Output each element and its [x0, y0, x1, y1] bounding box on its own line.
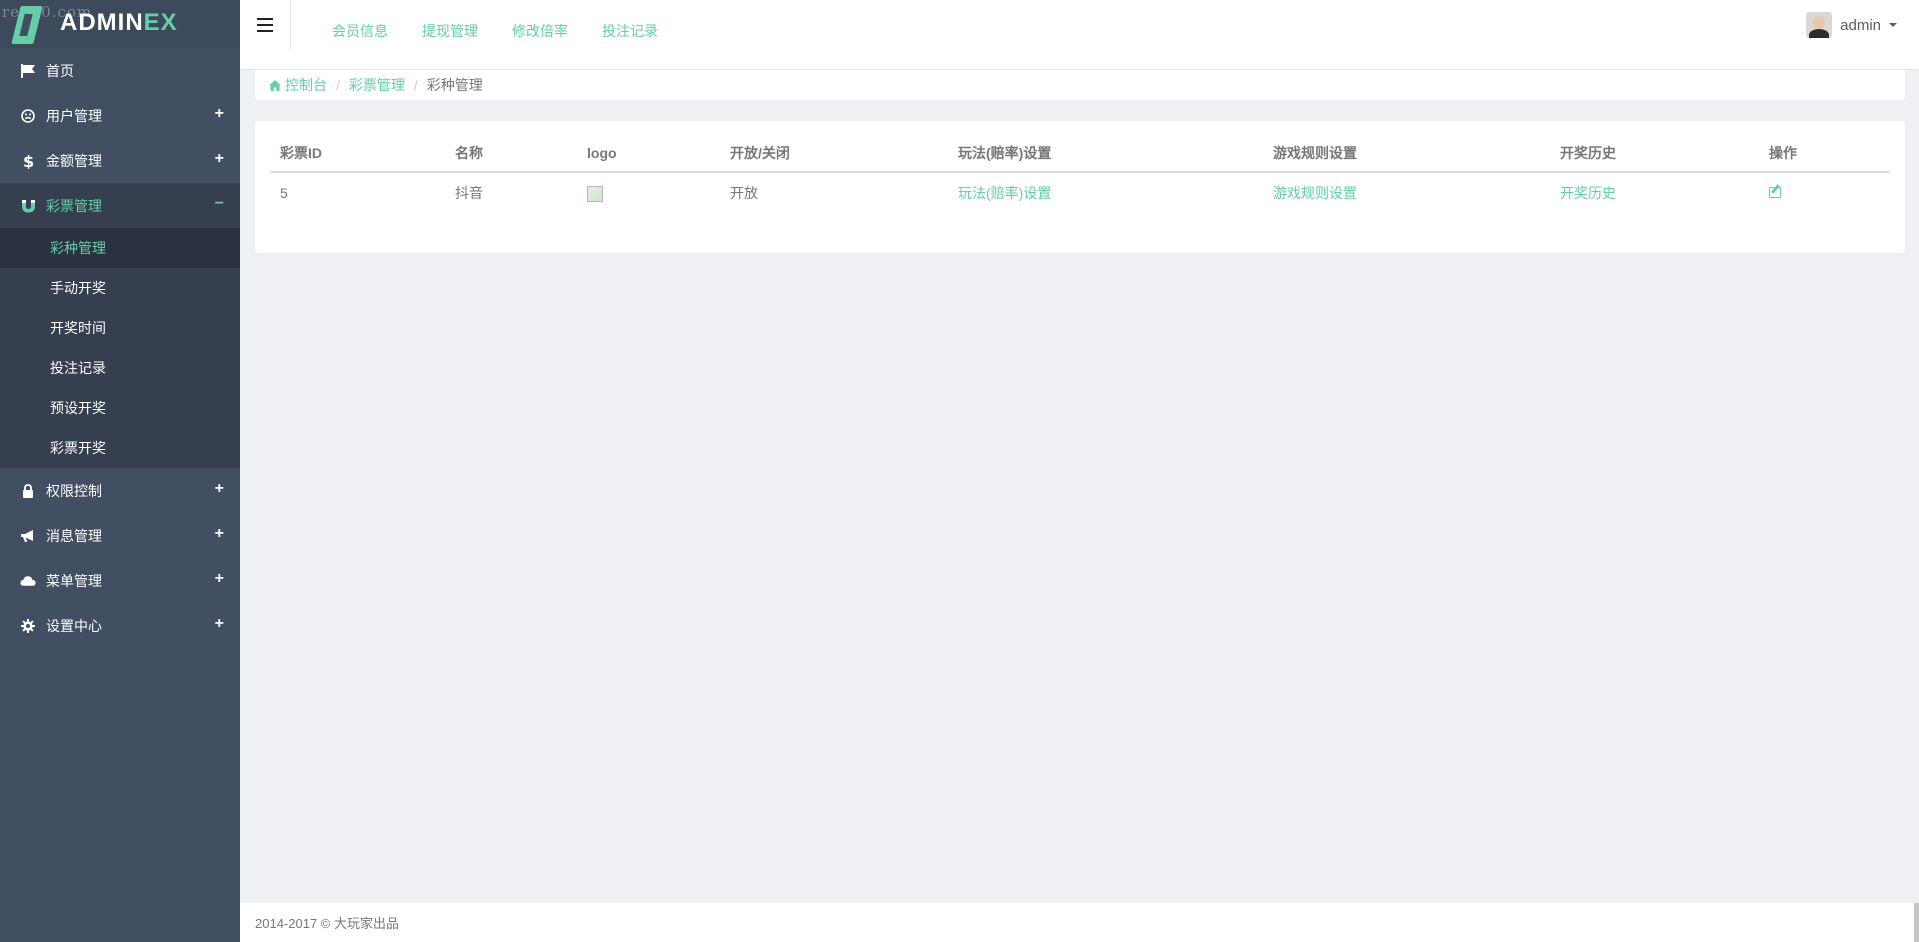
expand-icon: + — [214, 480, 224, 497]
cell-logo — [577, 172, 720, 213]
breadcrumb-parent[interactable]: 彩票管理 — [349, 75, 405, 95]
home-icon — [269, 80, 281, 91]
breadcrumb-home-label: 控制台 — [285, 77, 327, 93]
column-header: 彩票ID — [270, 135, 445, 173]
column-header: logo — [577, 135, 720, 173]
top-header: 会员信息 提现管理 修改倍率 投注记录 admin — [240, 0, 1919, 70]
sidebar-item-home[interactable]: 首页 — [0, 48, 240, 93]
logo-text-main: ADMIN — [60, 9, 144, 36]
sidebar-item-messages[interactable]: 消息管理 + — [0, 513, 240, 558]
column-header: 玩法(赔率)设置 — [948, 135, 1263, 173]
smile-icon — [20, 108, 36, 124]
sidebar-item-label: 首页 — [46, 62, 74, 79]
logo[interactable]: re520.com ADMINEX — [0, 0, 240, 48]
column-header: 开奖历史 — [1550, 135, 1759, 173]
lock-icon — [20, 483, 36, 499]
cell-play-settings: 玩法(赔率)设置 — [948, 172, 1263, 213]
column-header: 游戏规则设置 — [1263, 135, 1550, 173]
sidebar-item-lottery[interactable]: 彩票管理 − — [0, 183, 240, 228]
cloud-icon — [20, 573, 36, 589]
collapse-icon: − — [214, 195, 224, 212]
top-link-bet-records[interactable]: 投注记录 — [602, 21, 658, 41]
menu-toggle-button[interactable] — [240, 0, 291, 50]
bullhorn-icon — [20, 528, 36, 544]
username: admin — [1840, 16, 1881, 34]
submenu-item-bet-records[interactable]: 投注记录 — [0, 348, 240, 388]
sidebar-item-label: 金额管理 — [46, 152, 102, 169]
sidebar-item-label: 彩票管理 — [46, 197, 102, 214]
lottery-table: 彩票ID 名称 logo 开放/关闭 玩法(赔率)设置 游戏规则设置 开奖历史 … — [270, 135, 1890, 213]
expand-icon: + — [214, 525, 224, 542]
edit-icon[interactable] — [1769, 187, 1781, 198]
submenu-item-manual-draw[interactable]: 手动开奖 — [0, 268, 240, 308]
cell-draw-history: 开奖历史 — [1550, 172, 1759, 213]
breadcrumb-separator: / — [336, 77, 340, 93]
sidebar-item-label: 消息管理 — [46, 527, 102, 544]
submenu-item-lottery-types[interactable]: 彩种管理 — [0, 228, 240, 268]
sidebar: re520.com ADMINEX 首页 用户管理 + $ 金额管理 + 彩票管… — [0, 0, 240, 942]
lottery-submenu: 彩种管理 手动开奖 开奖时间 投注记录 预设开奖 彩票开奖 — [0, 228, 240, 468]
sidebar-item-label: 菜单管理 — [46, 572, 102, 589]
expand-icon: + — [214, 570, 224, 587]
breadcrumb-home[interactable]: 控制台 — [269, 75, 327, 95]
breadcrumb-current: 彩种管理 — [426, 77, 483, 93]
top-link-withdrawals[interactable]: 提现管理 — [422, 21, 478, 41]
sidebar-item-permissions[interactable]: 权限控制 + — [0, 468, 240, 513]
sidebar-item-menus[interactable]: 菜单管理 + — [0, 558, 240, 603]
logo-text: ADMINEX — [60, 9, 178, 37]
hamburger-icon — [257, 24, 273, 26]
breadcrumb: 控制台 / 彩票管理 / 彩种管理 — [255, 70, 1905, 100]
cell-id: 5 — [280, 185, 288, 201]
table-header-row: 彩票ID 名称 logo 开放/关闭 玩法(赔率)设置 游戏规则设置 开奖历史 … — [270, 135, 1890, 173]
cell-rules-settings: 游戏规则设置 — [1263, 172, 1550, 213]
sidebar-item-label: 设置中心 — [46, 617, 102, 634]
expand-icon: + — [214, 150, 224, 167]
cell-status: 开放 — [730, 185, 758, 201]
submenu-item-preset-draw[interactable]: 预设开奖 — [0, 388, 240, 428]
column-header: 名称 — [445, 135, 577, 173]
sidebar-item-money[interactable]: $ 金额管理 + — [0, 138, 240, 183]
footer-text: 2014-2017 © 大玩家出品 — [255, 916, 399, 931]
cell-actions — [1759, 172, 1890, 213]
broken-image-icon — [587, 185, 603, 202]
submenu-item-draw-time[interactable]: 开奖时间 — [0, 308, 240, 348]
gear-icon — [20, 618, 36, 634]
logo-text-accent: EX — [143, 9, 178, 36]
submenu-item-lottery-draw[interactable]: 彩票开奖 — [0, 428, 240, 468]
column-header: 操作 — [1759, 135, 1890, 173]
rules-settings-link[interactable]: 游戏规则设置 — [1273, 185, 1357, 201]
sidebar-item-label: 用户管理 — [46, 107, 102, 124]
expand-icon: + — [214, 615, 224, 632]
top-link-member-info[interactable]: 会员信息 — [332, 21, 388, 41]
footer: 2014-2017 © 大玩家出品 — [240, 903, 1919, 942]
magnet-icon — [20, 198, 36, 214]
user-menu[interactable]: admin — [1806, 12, 1897, 38]
sidebar-item-label: 权限控制 — [46, 482, 102, 499]
flag-icon — [20, 63, 36, 79]
breadcrumb-separator: / — [413, 77, 418, 93]
sidebar-item-settings[interactable]: 设置中心 + — [0, 603, 240, 648]
lottery-table-panel: 彩票ID 名称 logo 开放/关闭 玩法(赔率)设置 游戏规则设置 开奖历史 … — [255, 121, 1905, 253]
cell-name: 抖音 — [455, 185, 483, 201]
caret-down-icon — [1889, 23, 1897, 27]
svg-text:$: $ — [23, 153, 34, 169]
sidebar-item-users[interactable]: 用户管理 + — [0, 93, 240, 138]
scrollbar[interactable] — [1914, 903, 1919, 942]
expand-icon: + — [214, 105, 224, 122]
avatar — [1806, 12, 1833, 38]
top-nav: 会员信息 提现管理 修改倍率 投注记录 — [332, 21, 692, 41]
play-settings-link[interactable]: 玩法(赔率)设置 — [958, 185, 1051, 201]
table-row: 5 抖音 开放 玩法(赔率)设置 游戏规则设置 开奖历史 — [270, 172, 1890, 213]
dollar-icon: $ — [20, 153, 36, 169]
column-header: 开放/关闭 — [720, 135, 948, 173]
draw-history-link[interactable]: 开奖历史 — [1560, 185, 1616, 201]
top-link-change-rate[interactable]: 修改倍率 — [512, 21, 568, 41]
